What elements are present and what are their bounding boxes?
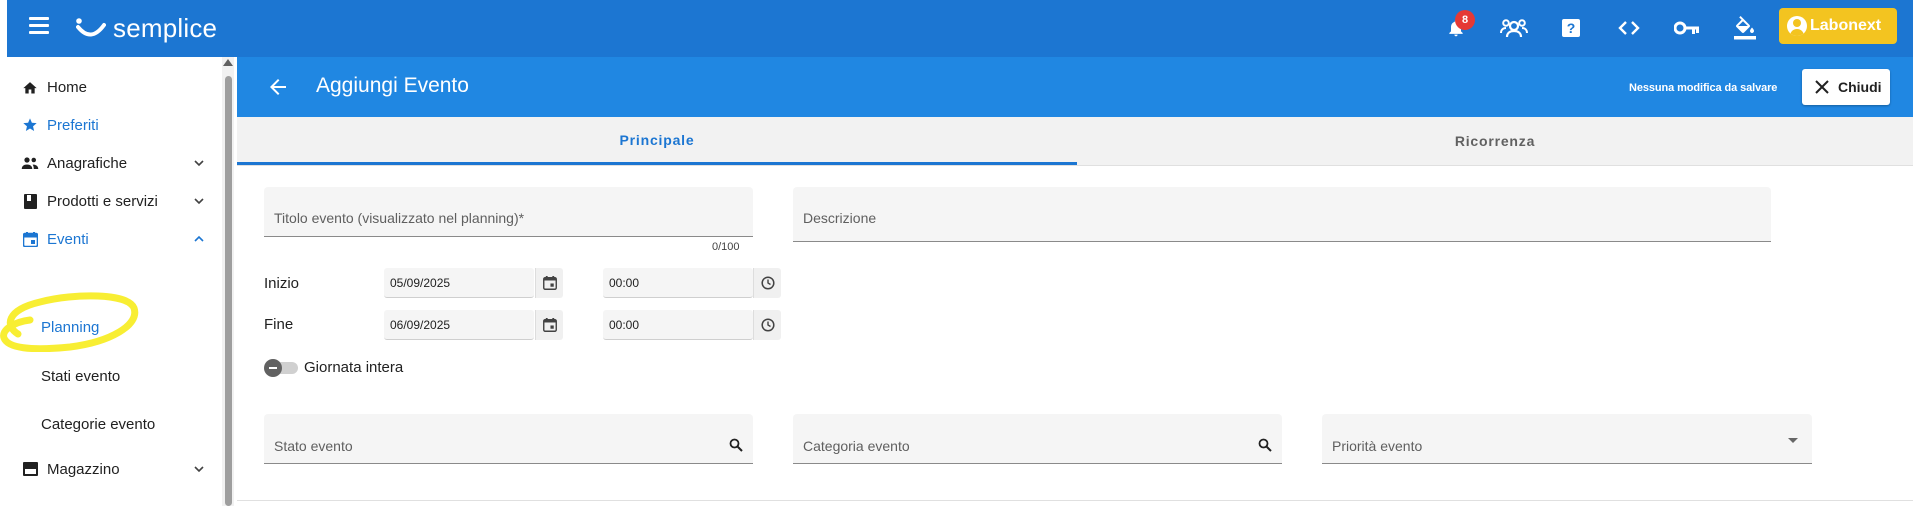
title-char-counter: 0/100: [712, 241, 740, 253]
end-date-input[interactable]: 06/09/2025: [384, 310, 534, 340]
clock-icon: [760, 276, 775, 290]
sidebar-subitem-categorie-evento[interactable]: Categorie evento: [41, 416, 155, 433]
sidebar-item-prodotti[interactable]: Prodotti e servizi: [7, 181, 222, 221]
sidebar-item-eventi[interactable]: Eventi: [7, 219, 222, 259]
all-day-label: Giornata intera: [304, 359, 404, 376]
tab-principale[interactable]: Principale: [237, 117, 1077, 165]
sidebar-item-label: Prodotti e servizi: [47, 192, 158, 210]
back-arrow-icon[interactable]: [266, 75, 290, 99]
clock-icon: [760, 318, 775, 332]
sidebar-subitem-stati-evento[interactable]: Stati evento: [41, 368, 120, 385]
tab-ricorrenza[interactable]: Ricorrenza: [1077, 117, 1913, 165]
calendar-icon: [542, 276, 557, 290]
svg-text:?: ?: [1567, 20, 1576, 36]
sidebar-item-label: Eventi: [47, 230, 89, 248]
event-title-label: Titolo evento (visualizzato nel planning…: [274, 210, 525, 226]
help-icon: ?: [1562, 19, 1580, 37]
start-time-input[interactable]: 00:00: [603, 268, 753, 298]
event-category-input[interactable]: Categoria evento: [793, 414, 1282, 464]
divider: [237, 500, 1913, 501]
code-icon: [1618, 21, 1640, 35]
notifications-button[interactable]: 8: [1436, 8, 1476, 48]
brand-logo[interactable]: semplice: [76, 10, 217, 46]
start-time-picker-button[interactable]: [753, 268, 781, 298]
scroll-up-icon[interactable]: [223, 59, 233, 66]
notification-badge: 8: [1455, 10, 1475, 30]
end-time-picker-button[interactable]: [753, 310, 781, 340]
sidebar-scrollbar-thumb[interactable]: [225, 76, 232, 506]
key-icon: [1674, 21, 1699, 35]
smile-logo-icon: [76, 18, 106, 37]
calendar-icon: [542, 318, 557, 332]
event-priority-select[interactable]: Priorità evento: [1322, 414, 1812, 464]
sidebar-item-magazzino[interactable]: Magazzino: [7, 449, 222, 489]
chevron-up-icon: [194, 235, 204, 242]
description-input[interactable]: Descrizione: [793, 187, 1771, 242]
user-account-button[interactable]: Labonext: [1779, 8, 1897, 44]
start-date-picker-button[interactable]: [535, 268, 563, 298]
theme-button[interactable]: [1725, 8, 1765, 48]
home-icon: [21, 78, 39, 96]
end-time-input[interactable]: 00:00: [603, 310, 753, 340]
dropdown-arrow-icon: [1788, 438, 1798, 443]
end-date-picker-button[interactable]: [535, 310, 563, 340]
help-button[interactable]: ?: [1551, 8, 1591, 48]
user-account-icon: [1787, 16, 1807, 36]
save-status-text: Nessuna modifica da salvare: [1629, 82, 1778, 94]
sidebar-item-anagrafiche[interactable]: Anagrafiche: [7, 143, 222, 183]
people-icon: [21, 154, 39, 172]
book-icon: [21, 192, 39, 210]
user-name: Labonext: [1810, 17, 1882, 34]
calendar-icon: [21, 230, 39, 248]
chevron-down-icon: [194, 198, 204, 205]
left-edge-strip: [0, 0, 7, 57]
paint-bucket-icon: [1734, 16, 1756, 40]
close-icon: [1815, 80, 1829, 94]
star-icon: [21, 116, 39, 134]
chevron-down-icon: [194, 466, 204, 473]
event-status-label: Stato evento: [274, 438, 353, 454]
search-icon[interactable]: [729, 438, 743, 452]
page-title: Aggiungi Evento: [316, 74, 469, 97]
menu-icon[interactable]: [29, 17, 53, 37]
description-label: Descrizione: [803, 210, 877, 226]
event-priority-label: Priorità evento: [1332, 438, 1423, 454]
close-button[interactable]: Chiudi: [1802, 69, 1890, 105]
brand-name: semplice: [113, 12, 218, 43]
divider: [237, 165, 1913, 166]
highlight-annotation: [0, 292, 139, 352]
sidebar: Home Preferiti Anagrafiche Prodotti e se…: [7, 57, 234, 506]
sidebar-item-home[interactable]: Home: [7, 67, 222, 107]
event-category-label: Categoria evento: [803, 438, 910, 454]
support-group-icon: [1500, 19, 1528, 38]
event-title-input[interactable]: Titolo evento (visualizzato nel planning…: [264, 187, 753, 237]
support-button[interactable]: [1494, 8, 1534, 48]
sidebar-item-label: Anagrafiche: [47, 154, 128, 172]
sidebar-item-label: Home: [47, 78, 88, 96]
sidebar-item-label: Preferiti: [47, 116, 99, 134]
search-icon[interactable]: [1258, 438, 1272, 452]
key-button[interactable]: [1667, 8, 1707, 48]
close-button-label: Chiudi: [1838, 79, 1882, 95]
start-label: Inizio: [264, 275, 300, 292]
sidebar-item-label: Magazzino: [47, 460, 120, 478]
warehouse-icon: [21, 460, 39, 478]
code-button[interactable]: [1609, 8, 1649, 48]
tab-bar: Principale Ricorrenza: [237, 117, 1913, 165]
start-date-input[interactable]: 05/09/2025: [384, 268, 534, 298]
end-label: Fine: [264, 316, 294, 333]
all-day-toggle[interactable]: [264, 359, 300, 377]
sidebar-item-preferiti[interactable]: Preferiti: [7, 105, 222, 145]
chevron-down-icon: [194, 160, 204, 167]
event-status-input[interactable]: Stato evento: [264, 414, 753, 464]
